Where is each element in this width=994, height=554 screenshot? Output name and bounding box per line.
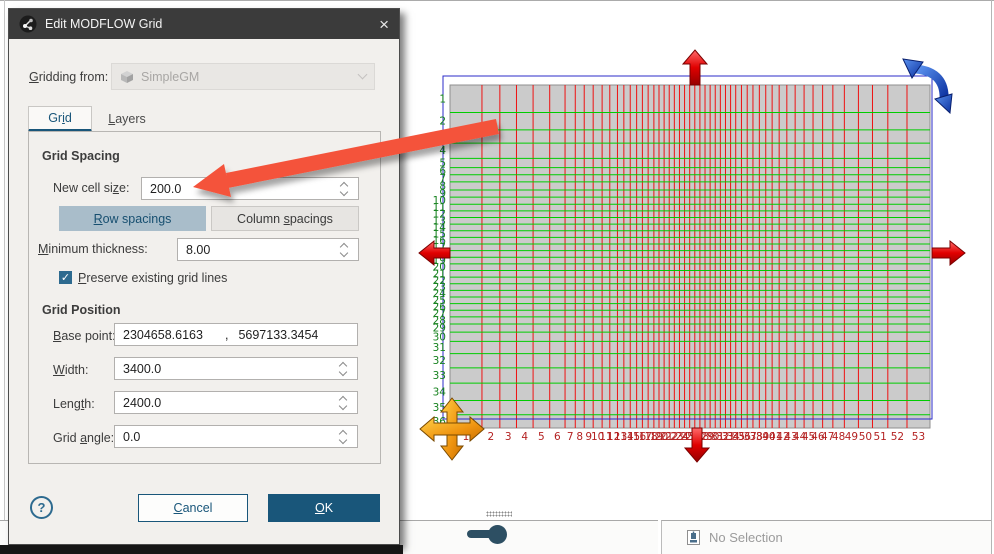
svg-text:1: 1 (439, 93, 446, 105)
checkmark-icon: ✓ (61, 272, 70, 284)
svg-text:7: 7 (567, 431, 574, 443)
minimum-thickness-label: Minimum thickness: (38, 242, 148, 256)
gridding-from-label: Gridding from: (29, 70, 108, 84)
length-label: Length: (53, 397, 95, 411)
svg-text:52: 52 (891, 431, 904, 443)
base-point-input[interactable]: 2304658.6163 , 5697133.3454 (114, 323, 358, 346)
slider-knob[interactable] (488, 525, 507, 544)
svg-text:50: 50 (859, 431, 872, 443)
svg-text:2: 2 (488, 431, 495, 443)
panel-drag-handle-icon[interactable] (486, 511, 512, 517)
svg-text:5: 5 (538, 431, 545, 443)
preserve-grid-lines-checkbox[interactable]: ✓ (59, 271, 72, 284)
modflow-grid-preview: 1234567891011121314151617181920212223242… (433, 76, 932, 443)
close-icon[interactable]: × (379, 16, 389, 33)
row-spacings-button[interactable]: Row spacings (59, 206, 206, 231)
help-button[interactable]: ? (30, 496, 53, 519)
spinner-down-icon[interactable] (340, 187, 348, 195)
ok-button[interactable]: OK (268, 494, 380, 522)
edit-modflow-grid-dialog: Edit MODFLOW Grid × Gridding from: Simpl… (8, 8, 400, 545)
spinner-down-icon[interactable] (340, 248, 348, 256)
spinner[interactable] (341, 178, 353, 199)
geological-model-icon (120, 70, 134, 84)
svg-text:53: 53 (912, 431, 925, 443)
selection-icon (686, 529, 701, 546)
minimum-thickness-input[interactable]: 8.00 (177, 238, 359, 261)
width-input[interactable]: 3400.0 (114, 357, 358, 380)
svg-text:48: 48 (832, 431, 845, 443)
svg-text:4: 4 (521, 431, 528, 443)
cancel-button[interactable]: Cancel (138, 494, 248, 522)
preserve-grid-lines-label: Preserve existing grid lines (78, 271, 227, 285)
width-label: Width: (53, 363, 88, 377)
question-mark-icon: ? (38, 500, 46, 515)
new-cell-size-label: New cell size: (53, 181, 129, 195)
extend-grid-east-arrow[interactable] (932, 241, 965, 265)
spinner-down-icon[interactable] (339, 435, 347, 443)
spinner[interactable] (340, 426, 352, 447)
dialog-title: Edit MODFLOW Grid (45, 17, 162, 31)
svg-text:6: 6 (554, 431, 561, 443)
svg-text:34: 34 (433, 386, 447, 398)
svg-text:31: 31 (433, 342, 446, 354)
selection-panel: No Selection (661, 520, 991, 554)
length-input[interactable]: 2400.0 (114, 391, 358, 414)
tab-grid[interactable]: Grid (28, 106, 92, 132)
grid-angle-input[interactable]: 0.0 (114, 425, 358, 448)
spinner-down-icon[interactable] (339, 401, 347, 409)
modflow-dialog-icon (19, 15, 37, 33)
window-bottom-shadow (0, 545, 403, 554)
svg-text:8: 8 (576, 431, 583, 443)
chevron-down-icon (358, 70, 368, 80)
spinner[interactable] (340, 358, 352, 379)
spinner-down-icon[interactable] (339, 367, 347, 375)
svg-text:33: 33 (433, 370, 446, 382)
tab-layers[interactable]: Layers (92, 106, 162, 132)
grid-angle-label: Grid angle: (53, 431, 114, 445)
gridding-from-dropdown[interactable]: SimpleGM (111, 63, 375, 90)
new-cell-size-input[interactable]: 200.0 (141, 177, 359, 200)
dialog-titlebar[interactable]: Edit MODFLOW Grid × (9, 9, 399, 39)
gridding-from-value: SimpleGM (141, 70, 199, 84)
svg-text:4: 4 (439, 145, 446, 157)
column-spacings-button[interactable]: Column spacings (211, 206, 359, 231)
grid-position-heading: Grid Position (42, 303, 120, 317)
base-point-label: Base point: (53, 329, 116, 343)
svg-text:3: 3 (505, 431, 512, 443)
svg-text:32: 32 (433, 355, 446, 367)
spinner[interactable] (341, 239, 353, 260)
svg-text:51: 51 (873, 431, 886, 443)
extend-grid-north-arrow[interactable] (683, 50, 707, 85)
svg-text:3: 3 (439, 131, 446, 143)
spinner[interactable] (340, 392, 352, 413)
svg-text:49: 49 (845, 431, 858, 443)
no-selection-label: No Selection (709, 530, 783, 545)
svg-text:2: 2 (439, 116, 446, 128)
grid-spacing-heading: Grid Spacing (42, 149, 120, 163)
